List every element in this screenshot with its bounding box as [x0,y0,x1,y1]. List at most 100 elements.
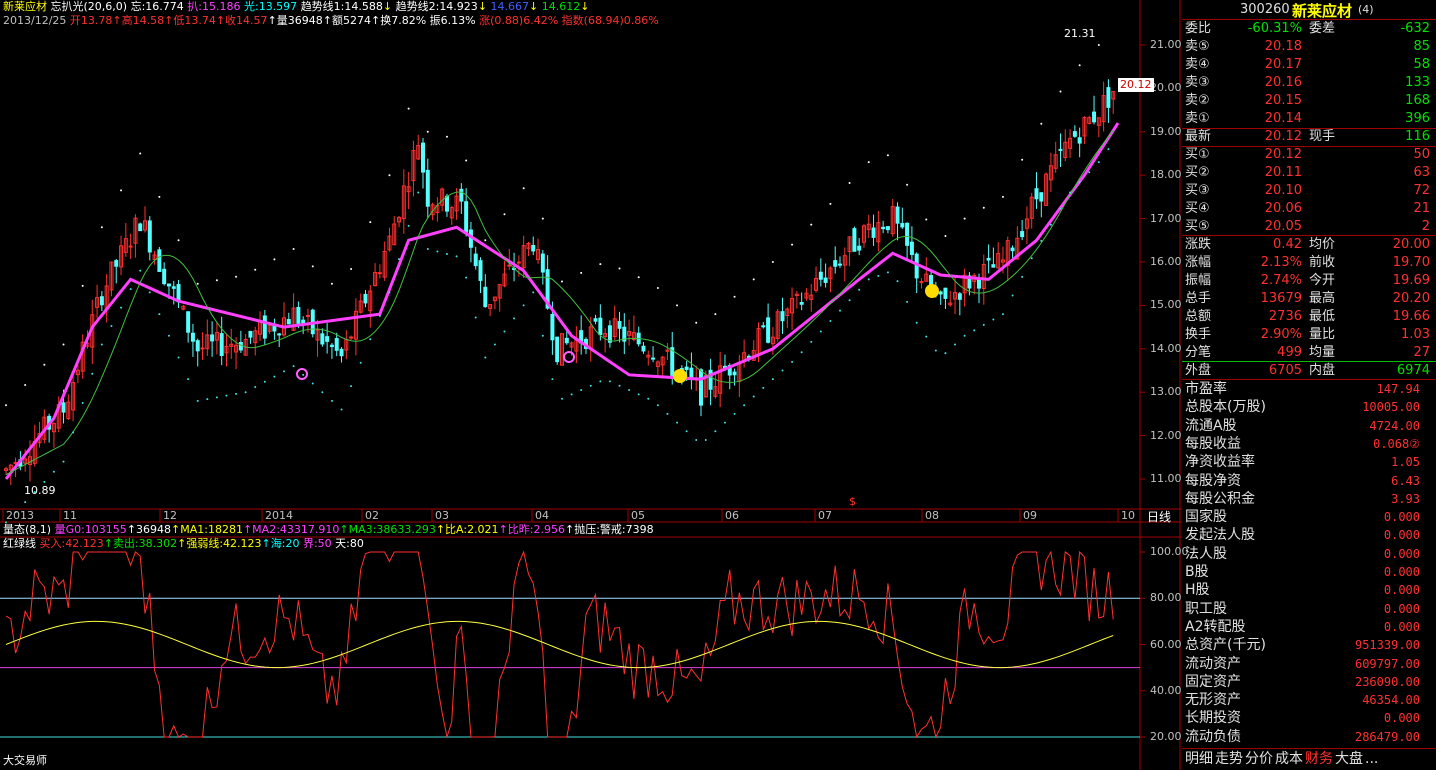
bar-info: 2013/12/25 开13.78↑高14.58↑低13.74↑收14.57↑量… [3,14,659,28]
resist-dot [561,280,563,283]
value3: 14.667 [490,0,530,13]
stock-code: 300260 [1240,2,1290,17]
resist-dot [829,202,832,205]
tab-5[interactable]: 大盘 [1335,751,1363,767]
candle-body [670,347,675,376]
bid-row: 买① 20.12 50 [1185,147,1430,162]
candle-body [305,314,310,317]
support-dot [819,330,822,333]
support-dot [129,288,132,291]
candle-body [1092,111,1097,123]
max-price-label: 21.31 [1064,27,1096,40]
support-dot [618,384,621,387]
date-tick-label: 06 [725,509,739,522]
current-price-tag: 20.12 [1118,78,1154,92]
tab-3[interactable]: 成本 [1275,751,1303,767]
candle-body [689,367,694,378]
candle-body [200,347,205,350]
support-dot [1001,313,1004,316]
support-dot [829,320,832,323]
tab-2[interactable]: 分价 [1245,751,1273,767]
date-tick-label: 04 [535,509,549,522]
candle-body [852,228,857,252]
sell-value: ↑卖出:38.302 [103,537,178,550]
bid-row: 买④ 20.06 21 [1185,201,1430,216]
support-dot [350,385,353,388]
support-dot [388,291,391,294]
latest-price: 20.12 [1264,129,1302,144]
candle-body [732,371,737,376]
support-dot [455,255,458,258]
resist-dot [618,267,621,270]
candle-body [210,334,215,342]
candle-body [444,195,449,212]
indicator-tick-label: 40.00 [1150,683,1182,697]
bottom-tabs: 明细 走势 分价 成本 财务 大盘... [1182,749,1436,770]
resist-dot [656,287,659,290]
period-label[interactable]: 日线 [1147,510,1171,524]
bizuo-value: ↑比昨:2.956 [498,523,565,536]
support-dot [925,335,928,338]
support-dot [656,404,659,407]
resist-dot [752,278,755,281]
candle-body [895,206,900,224]
candle-body [1077,137,1082,144]
candle-body [818,271,823,280]
support-dot [436,250,439,253]
resist-dot [350,267,353,270]
chart-canvas[interactable] [0,0,1182,770]
support-dot [417,191,420,194]
resist-dot [445,135,448,138]
resist-dot [254,268,257,271]
candle-body [938,291,943,295]
support-dot [963,334,966,337]
tab-1[interactable]: 走势 [1215,751,1243,767]
candle-body [766,317,771,343]
support-dot [359,361,362,364]
bar-change: 涨(0.88)6.42% [479,14,559,27]
candle-body [957,293,962,300]
candle-body [986,257,991,261]
support-dot [273,375,276,378]
weicha-value: -632 [1400,21,1430,36]
support-dot [723,421,726,424]
candle-body [1039,192,1044,202]
candle-body [349,336,354,339]
support-dot [503,330,506,333]
candle-body [286,319,291,325]
date-tick-label: 11 [63,509,77,522]
tab-4[interactable]: 财务 [1305,751,1333,767]
candle-body [186,311,191,333]
support-dot [752,395,755,398]
date-tick-label: 12 [163,509,177,522]
stat-row: 振幅 2.74% 今开 19.69 [1185,273,1430,288]
candle-body [564,337,569,344]
resist-dot [580,271,583,274]
resist-dot [886,154,889,157]
resist-dot [599,263,602,266]
support-dot [465,276,468,279]
tab-6[interactable]: ... [1365,751,1378,767]
finance-row: 流通A股 4724.00 [1185,417,1420,434]
candle-body [478,260,483,281]
support-dot [628,389,631,392]
finance-row: 长期投资 0.000 [1185,710,1420,727]
trend1-value: 趋势线1:14.588 [300,0,383,13]
resist-dot [963,217,966,220]
candle-body [99,296,104,306]
candle-body [531,244,536,252]
support-dot [666,412,669,415]
support-dot [1049,223,1052,226]
candle-body [166,283,171,287]
resist-dot [541,217,544,220]
stat-row: 总额 2736 最低 19.66 [1185,309,1430,324]
divider [1182,19,1436,20]
xianshou-value: 116 [1405,129,1430,144]
resist-dot [810,223,813,226]
resist-dot [982,206,985,209]
candle-body [277,333,282,336]
bar-high: ↑高14.58 [112,14,165,27]
support-dot [254,385,257,388]
resist-dot [5,404,7,407]
tab-0[interactable]: 明细 [1185,751,1213,767]
